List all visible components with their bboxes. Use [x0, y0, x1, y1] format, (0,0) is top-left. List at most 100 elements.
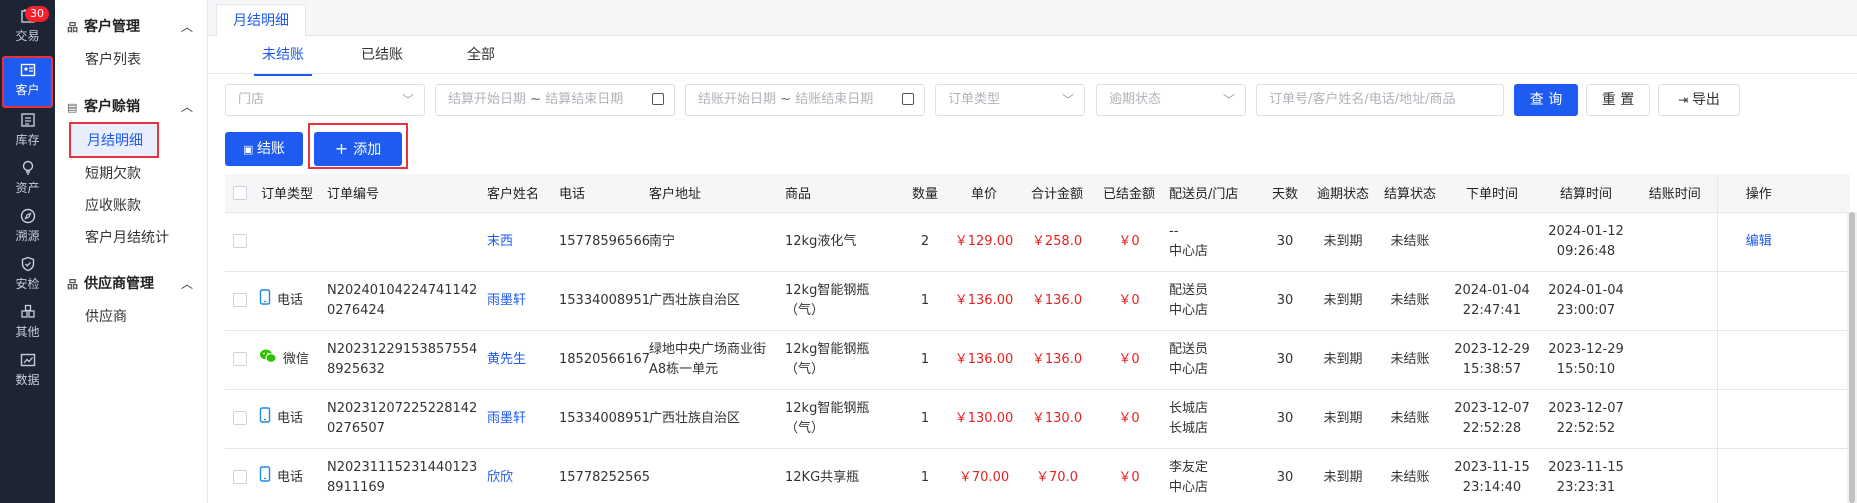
status-cell: 未结账: [1375, 389, 1445, 449]
order-type-select[interactable]: 订单类型 ﹀: [935, 84, 1085, 116]
chevron-up-icon[interactable]: ︿: [181, 98, 193, 115]
edit-link[interactable]: [1716, 389, 1800, 449]
order-no-cell: N202311152314401238911169: [321, 448, 481, 503]
order-no-cell: N202401042247411420276424: [321, 271, 481, 331]
row-checkbox[interactable]: [225, 448, 255, 503]
row-checkbox[interactable]: [225, 212, 255, 272]
customer-link[interactable]: 欣欣: [481, 448, 553, 503]
rail-item-data[interactable]: 数据: [0, 344, 55, 396]
col-qty: 数量: [901, 174, 949, 213]
address-cell: 广西壮族自治区: [643, 271, 779, 331]
order-type-cell: 电话: [255, 389, 321, 449]
qty-cell: 1: [901, 271, 949, 331]
row-checkbox[interactable]: [225, 271, 255, 331]
order-no-cell: [321, 212, 481, 272]
edit-link[interactable]: [1716, 271, 1800, 331]
ledger-icon: ▤: [67, 101, 78, 114]
sidebar-group-customer-mgmt[interactable]: 品客户管理: [67, 16, 140, 36]
rail-item-inventory[interactable]: 库存: [0, 104, 55, 156]
chevron-down-icon: ﹀: [1222, 93, 1235, 107]
overdue-select[interactable]: 逾期状态 ﹀: [1096, 84, 1246, 116]
chevron-up-icon[interactable]: ︿: [181, 275, 193, 292]
checkout-date-range[interactable]: 结账开始日期 ~ 结账结束日期: [685, 84, 925, 116]
settle-button[interactable]: ▣ 结账: [225, 132, 303, 166]
customer-link[interactable]: 黄先生: [481, 330, 553, 390]
add-button[interactable]: + 添加: [314, 132, 402, 166]
rail-item-safety[interactable]: 安检: [0, 248, 55, 300]
order-time-cell: [1445, 212, 1539, 272]
courier-cell: 长城店 长城店: [1163, 389, 1259, 449]
search-input[interactable]: 订单号/客户姓名/电话/地址/商品: [1256, 84, 1504, 116]
inventory-icon: [20, 113, 35, 127]
wechat-icon: [259, 348, 277, 371]
sidebar: 品客户管理 ︿ 客户列表 ▤ 客户赊销 ︿ 月结明细 短期欠款 应收账款 客户月结…: [55, 0, 208, 503]
days-cell: 30: [1259, 212, 1311, 272]
customer-link[interactable]: 雨墨轩: [481, 271, 553, 331]
customer-link[interactable]: 末西: [481, 212, 553, 272]
col-goods: 商品: [779, 174, 901, 213]
table-row[interactable]: 电话 N202312072252281420276507 雨墨轩 1533400895…: [225, 389, 1850, 449]
table-scrollbar[interactable]: [1847, 212, 1857, 503]
address-cell: 广西壮族自治区: [643, 389, 779, 449]
rail-item-trace[interactable]: 溯源: [0, 200, 55, 252]
settle-time-cell: 2024-01-04 23:00:07: [1539, 271, 1633, 331]
sidebar-item-monthly-stats[interactable]: 客户月结统计: [85, 227, 169, 247]
rail-item-trade[interactable]: 30 交易: [0, 0, 55, 52]
sidebar-group-credit[interactable]: ▤ 客户赊销: [67, 96, 140, 116]
page-tab-monthly-detail[interactable]: 月结明细: [216, 4, 306, 36]
table-row[interactable]: 末西 15778596566 南宁 12kg液化气 2 ￥129.00 ￥258.0 ￥0 --…: [225, 212, 1850, 272]
data-icon: [20, 353, 35, 367]
table-row[interactable]: 微信 N202312291538575548925632 黄先生 1852056616…: [225, 330, 1850, 390]
sidebar-item-short-debt[interactable]: 短期欠款: [85, 163, 141, 183]
customer-link[interactable]: 雨墨轩: [481, 389, 553, 449]
sidebar-item-customer-list[interactable]: 客户列表: [85, 49, 141, 69]
edit-link[interactable]: [1716, 330, 1800, 390]
order-no-cell: N202312291538575548925632: [321, 330, 481, 390]
col-paid: 已结金额: [1095, 174, 1163, 213]
tab-settled[interactable]: 已结账: [361, 36, 403, 74]
paid-cell: ￥0: [1095, 389, 1163, 449]
reset-button[interactable]: 重 置: [1586, 84, 1650, 116]
select-all-checkbox[interactable]: [225, 174, 255, 213]
phone-icon: [259, 407, 271, 430]
sidebar-item-receivables[interactable]: 应收账款: [85, 195, 141, 215]
export-button[interactable]: ⇥ 导出: [1658, 84, 1740, 116]
sidebar-item-supplier[interactable]: 供应商: [85, 306, 127, 326]
order-type-cell: 电话: [255, 271, 321, 331]
rail-label: 交易: [15, 29, 40, 43]
status-cell: 未结账: [1375, 271, 1445, 331]
table-row[interactable]: 电话 N202401042247411420276424 雨墨轩 1533400895…: [225, 271, 1850, 331]
price-cell: ￥130.00: [949, 389, 1019, 449]
phone-icon: [259, 289, 271, 312]
phone-cell: 15334008951: [553, 389, 650, 449]
rail-item-other[interactable]: 其他: [0, 296, 55, 348]
col-address: 客户地址: [643, 174, 779, 213]
app-rail: 30 交易 客户 库存 资产 溯源 安检 其他 数据: [0, 0, 55, 503]
rail-item-customer[interactable]: 客户: [2, 56, 53, 108]
table-row[interactable]: 电话 N202311152314401238911169 欣欣 15778252565…: [225, 448, 1850, 503]
chevron-up-icon[interactable]: ︿: [181, 18, 193, 35]
price-cell: ￥70.00: [949, 448, 1019, 503]
settle-time-cell: 2023-11-15 23:23:31: [1539, 448, 1633, 503]
edit-link[interactable]: 编辑: [1716, 212, 1800, 272]
scrollbar-thumb[interactable]: [1849, 212, 1855, 503]
rail-label: 客户: [15, 83, 40, 97]
tab-all[interactable]: 全部: [467, 36, 495, 74]
settle-time-cell: 2023-12-29 15:50:10: [1539, 330, 1633, 390]
row-checkbox[interactable]: [225, 330, 255, 390]
settle-date-range[interactable]: 结算开始日期 ~ 结算结束日期: [435, 84, 675, 116]
edit-link[interactable]: [1716, 448, 1800, 503]
status-cell: 未结账: [1375, 448, 1445, 503]
sidebar-group-supplier-mgmt[interactable]: 品供应商管理: [67, 273, 154, 293]
query-button[interactable]: 查 询: [1514, 84, 1578, 116]
rail-item-asset[interactable]: 资产: [0, 152, 55, 204]
order-time-cell: 2023-12-29 15:38:57: [1445, 330, 1539, 390]
sidebar-item-monthly-detail[interactable]: 月结明细: [69, 122, 159, 158]
total-cell: ￥136.0: [1019, 271, 1095, 331]
tab-unsettled[interactable]: 未结账: [254, 36, 312, 76]
store-select[interactable]: 门店 ﹀: [225, 84, 425, 116]
row-checkbox[interactable]: [225, 389, 255, 449]
col-status: 结算状态: [1375, 174, 1445, 213]
settle-time-cell: 2024-01-12 09:26:48: [1539, 212, 1633, 272]
order-table: 订单类型 订单编号 客户姓名 电话 客户地址 商品 数量 单价 合计金额 已结金…: [225, 174, 1850, 503]
